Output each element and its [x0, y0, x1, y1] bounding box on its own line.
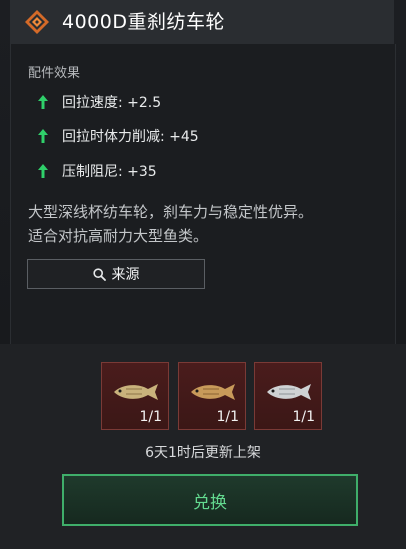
cost-count: 1/1	[216, 409, 239, 425]
attribute-row: 回拉时体力削减: +45	[36, 126, 199, 146]
up-arrow-icon	[36, 164, 50, 178]
source-button-label: 来源	[111, 267, 140, 283]
item-detail-card	[10, 44, 396, 344]
attribute-row: 回拉速度: +2.5	[36, 92, 161, 112]
cost-count: 1/1	[292, 409, 315, 425]
attribute-label: 回拉时体力削减: +45	[62, 129, 199, 145]
reel-emblem-icon	[25, 10, 49, 34]
fish-icon	[267, 384, 311, 400]
search-icon	[92, 267, 106, 281]
up-arrow-icon	[36, 95, 50, 109]
up-arrow-icon	[36, 129, 50, 143]
restock-timer: 6天1时后更新上架	[145, 445, 261, 461]
item-description: 大型深线杯纺车轮，刹车力与稳定性优异。 适合对抗高耐力大型鱼类。	[28, 200, 388, 248]
source-button[interactable]: 来源	[27, 259, 205, 289]
item-detail-panel: 4000D重刹纺车轮 配件效果 回拉速度: +2.5 回拉时体力削减: +45 …	[0, 0, 406, 549]
exchange-button[interactable]: 兑换	[62, 474, 358, 526]
fish-icon	[114, 384, 158, 400]
description-line: 大型深线杯纺车轮，刹车力与稳定性优异。	[28, 203, 314, 221]
cost-count: 1/1	[139, 409, 162, 425]
cost-item-fish-2[interactable]: 1/1	[178, 362, 246, 430]
item-header: 4000D重刹纺车轮	[10, 0, 394, 45]
fish-icon	[191, 384, 235, 400]
item-title: 4000D重刹纺车轮	[62, 11, 225, 33]
attribute-label: 压制阻尼: +35	[62, 164, 157, 180]
cost-item-fish-1[interactable]: 1/1	[101, 362, 169, 430]
description-line: 适合对抗高耐力大型鱼类。	[28, 227, 209, 245]
attribute-label: 回拉速度: +2.5	[62, 95, 162, 111]
exchange-button-label: 兑换	[193, 492, 227, 513]
attributes-title: 配件效果	[28, 66, 81, 81]
cost-item-fish-3[interactable]: 1/1	[254, 362, 322, 430]
attribute-row: 压制阻尼: +35	[36, 161, 157, 181]
